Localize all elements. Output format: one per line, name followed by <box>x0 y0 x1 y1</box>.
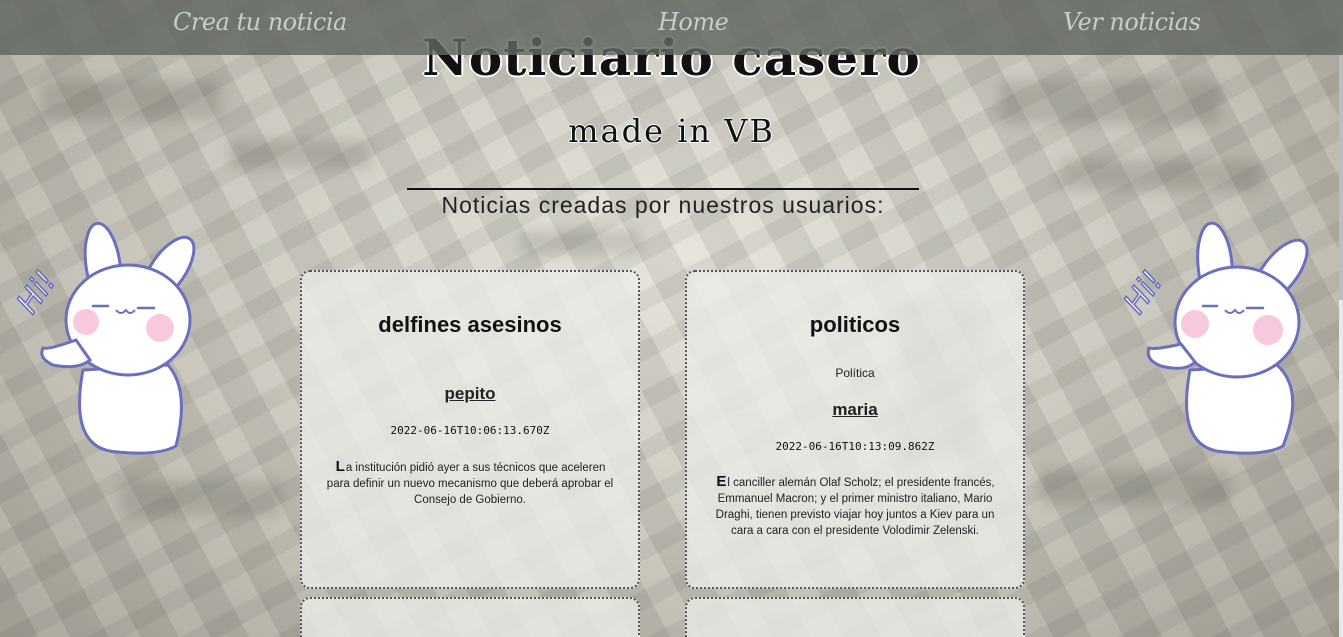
bunny-left-icon: Hi! <box>10 221 196 455</box>
top-navbar: Crea tu noticia Home Ver noticias <box>0 0 1343 55</box>
bunny-left-greeting: Hi! <box>10 265 63 320</box>
news-date: 2022-06-16T10:13:09.862Z <box>775 440 935 453</box>
news-body: El canciller alemán Olaf Scholz; el pres… <box>709 473 1001 539</box>
news-card-partial <box>685 597 1025 637</box>
nav-link-home[interactable]: Home <box>658 8 729 36</box>
section-heading: Noticias creadas por nuestros usuarios: <box>441 192 885 218</box>
news-body-text: l canciller alemán Olaf Scholz; el presi… <box>715 477 995 537</box>
news-card: politicos Política maria 2022-06-16T10:1… <box>685 270 1025 589</box>
news-author-link[interactable]: pepito <box>302 384 638 404</box>
page-scrollbar[interactable] <box>1339 0 1343 637</box>
page-subtitle: made in VB <box>568 112 775 150</box>
news-author-link[interactable]: maria <box>687 400 1023 420</box>
news-body-text: a institución pidió ayer a sus técnicos … <box>326 462 614 506</box>
news-category: Política <box>835 366 875 380</box>
news-title: politicos <box>809 312 901 337</box>
nav-link-view-news[interactable]: Ver noticias <box>1063 8 1201 36</box>
news-card: delfines asesinos pepito 2022-06-16T10:0… <box>300 270 640 589</box>
news-card-partial <box>300 597 640 637</box>
news-body: La institución pidió ayer a sus técnicos… <box>324 458 616 508</box>
bunny-right-icon: Hi! <box>1117 221 1309 455</box>
bunny-right-greeting: Hi! <box>1117 265 1170 320</box>
section-divider <box>407 188 919 190</box>
news-body-dropcap: E <box>715 473 728 490</box>
news-title: delfines asesinos <box>378 312 562 337</box>
news-body-dropcap: L <box>334 458 346 475</box>
news-date: 2022-06-16T10:06:13.670Z <box>390 424 550 437</box>
nav-link-create-news[interactable]: Crea tu noticia <box>173 8 347 36</box>
